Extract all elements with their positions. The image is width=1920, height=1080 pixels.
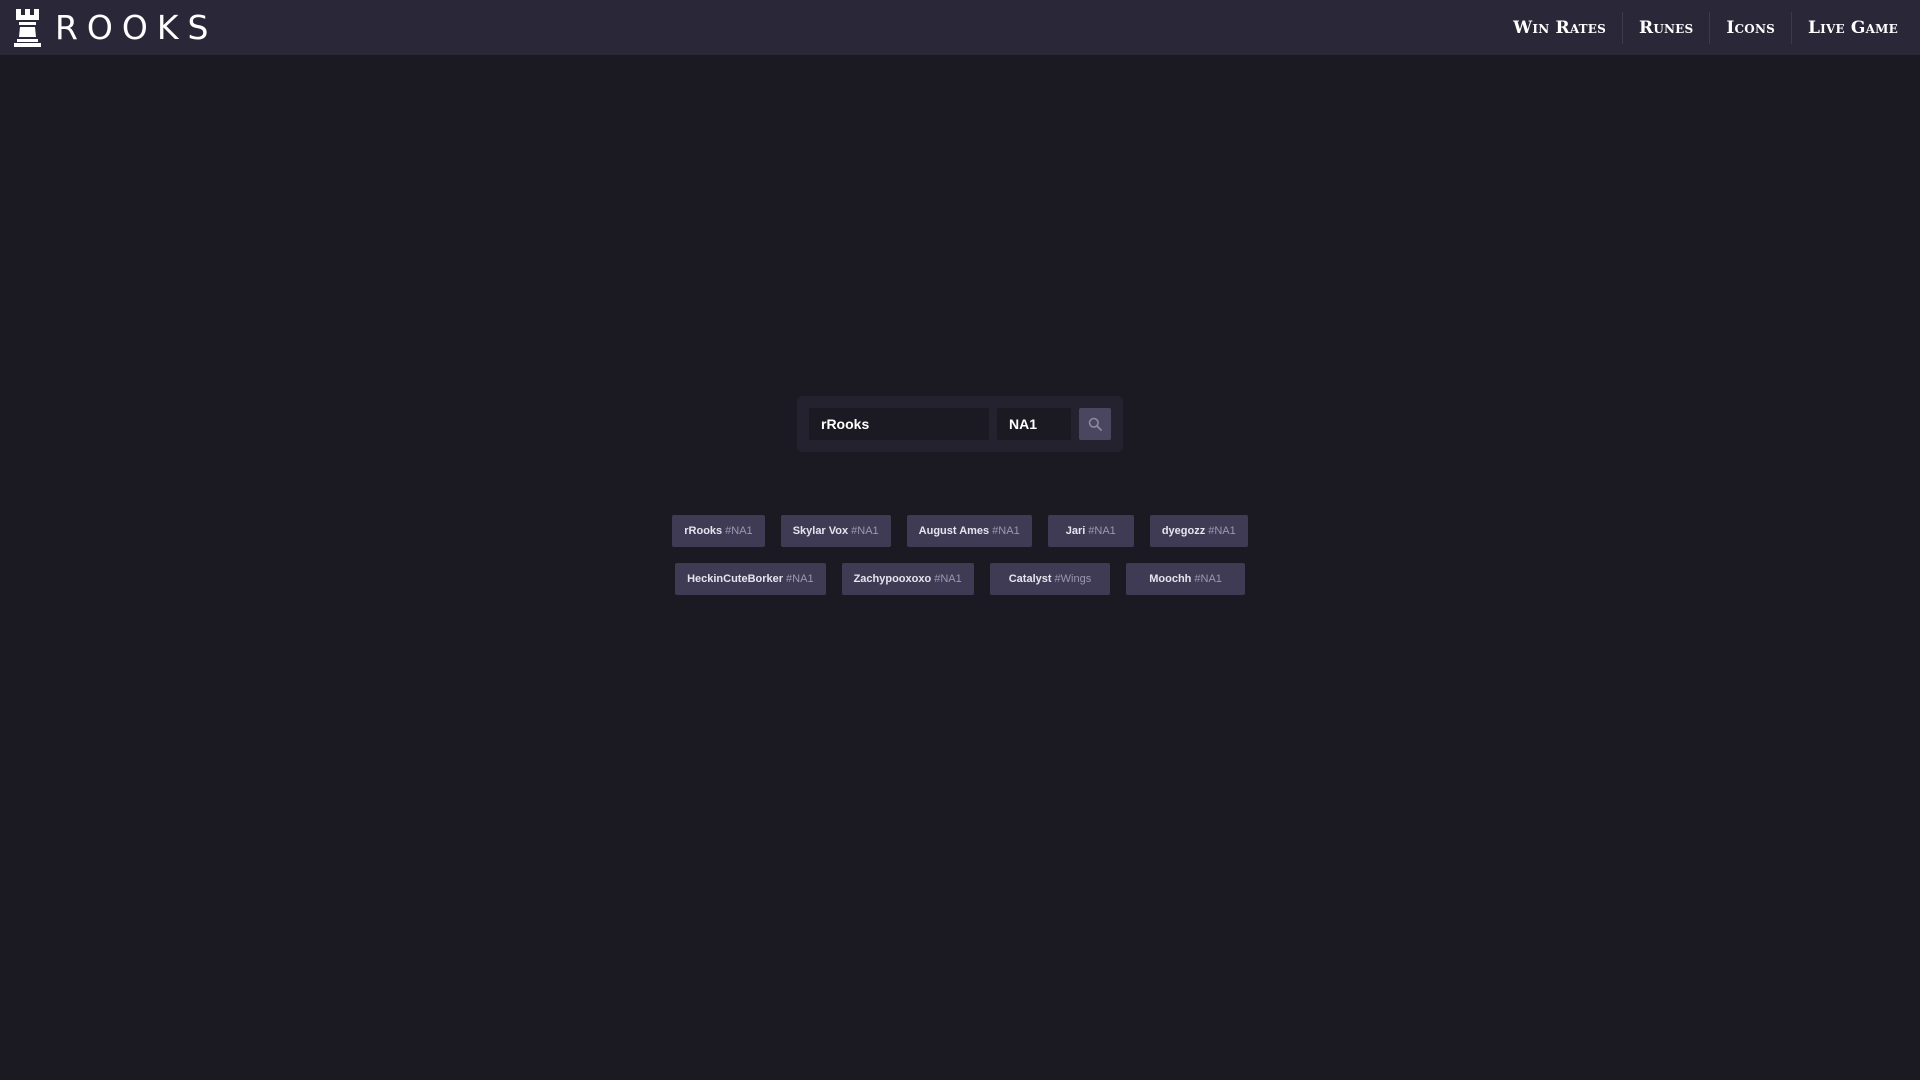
nav-win-rates[interactable]: Win Rates xyxy=(1497,12,1622,44)
summoner-name-input[interactable] xyxy=(809,408,989,440)
recent-search-chip[interactable]: HeckinCuteBorker #NA1 xyxy=(675,563,826,595)
chip-tag: #NA1 xyxy=(1088,525,1116,537)
nav-live-game[interactable]: Live Game xyxy=(1790,11,1914,44)
chip-tag: #NA1 xyxy=(851,525,879,537)
search-icon xyxy=(1088,417,1102,431)
chip-tag: #NA1 xyxy=(934,573,962,585)
recent-search-chip[interactable]: Jari #NA1 xyxy=(1047,515,1134,547)
brand-name: ROOKS xyxy=(55,8,218,47)
chip-tag: #NA1 xyxy=(992,525,1020,537)
chip-name: rRooks xyxy=(684,525,723,537)
chip-name: HeckinCuteBorker xyxy=(687,573,784,585)
brand-logo[interactable]: ROOKS xyxy=(14,0,217,55)
recent-search-chip[interactable]: dyegozz #NA1 xyxy=(1149,515,1248,547)
recent-search-chip[interactable]: Zachypooxoxo #NA1 xyxy=(841,563,974,595)
chip-name: Zachypooxoxo xyxy=(853,573,932,585)
recent-search-chip[interactable]: Moochh #NA1 xyxy=(1126,563,1245,595)
tagline-input[interactable] xyxy=(997,408,1071,440)
chip-tag: #Wings xyxy=(1054,573,1092,585)
recent-search-chip[interactable]: August Ames #NA1 xyxy=(906,515,1032,547)
chip-tag: #NA1 xyxy=(786,573,814,585)
chip-name: Jari xyxy=(1065,525,1086,537)
recent-searches-row: rRooks #NA1 Skylar Vox #NA1 August Ames #NA… xyxy=(0,515,1920,547)
chip-name: August Ames xyxy=(918,525,990,537)
recent-search-chip[interactable]: Skylar Vox #NA1 xyxy=(780,515,891,547)
recent-search-chip[interactable]: rRooks #NA1 xyxy=(672,515,765,547)
chip-name: Skylar Vox xyxy=(792,525,849,537)
search-button[interactable] xyxy=(1079,408,1111,440)
nav-runes[interactable]: Runes xyxy=(1622,11,1709,44)
top-navigation-bar: ROOKS Win Rates Runes Icons Live Game xyxy=(0,0,1920,55)
chip-name: Catalyst xyxy=(1008,573,1052,585)
nav-icons[interactable]: Icons xyxy=(1709,11,1791,44)
main-nav: Win Rates Runes Icons Live Game xyxy=(1497,0,1914,55)
chip-name: Moochh xyxy=(1149,573,1192,585)
recent-searches: rRooks #NA1 Skylar Vox #NA1 August Ames #NA… xyxy=(0,515,1920,611)
recent-searches-row: HeckinCuteBorker #NA1 Zachypooxoxo #NA1 Ca… xyxy=(0,563,1920,595)
rook-chess-icon xyxy=(14,8,41,47)
chip-tag: #NA1 xyxy=(1208,525,1236,537)
chip-tag: #NA1 xyxy=(1194,573,1222,585)
chip-tag: #NA1 xyxy=(725,525,753,537)
chip-name: dyegozz xyxy=(1161,525,1206,537)
summoner-search-panel xyxy=(797,396,1123,452)
recent-search-chip[interactable]: Catalyst #Wings xyxy=(989,563,1111,595)
